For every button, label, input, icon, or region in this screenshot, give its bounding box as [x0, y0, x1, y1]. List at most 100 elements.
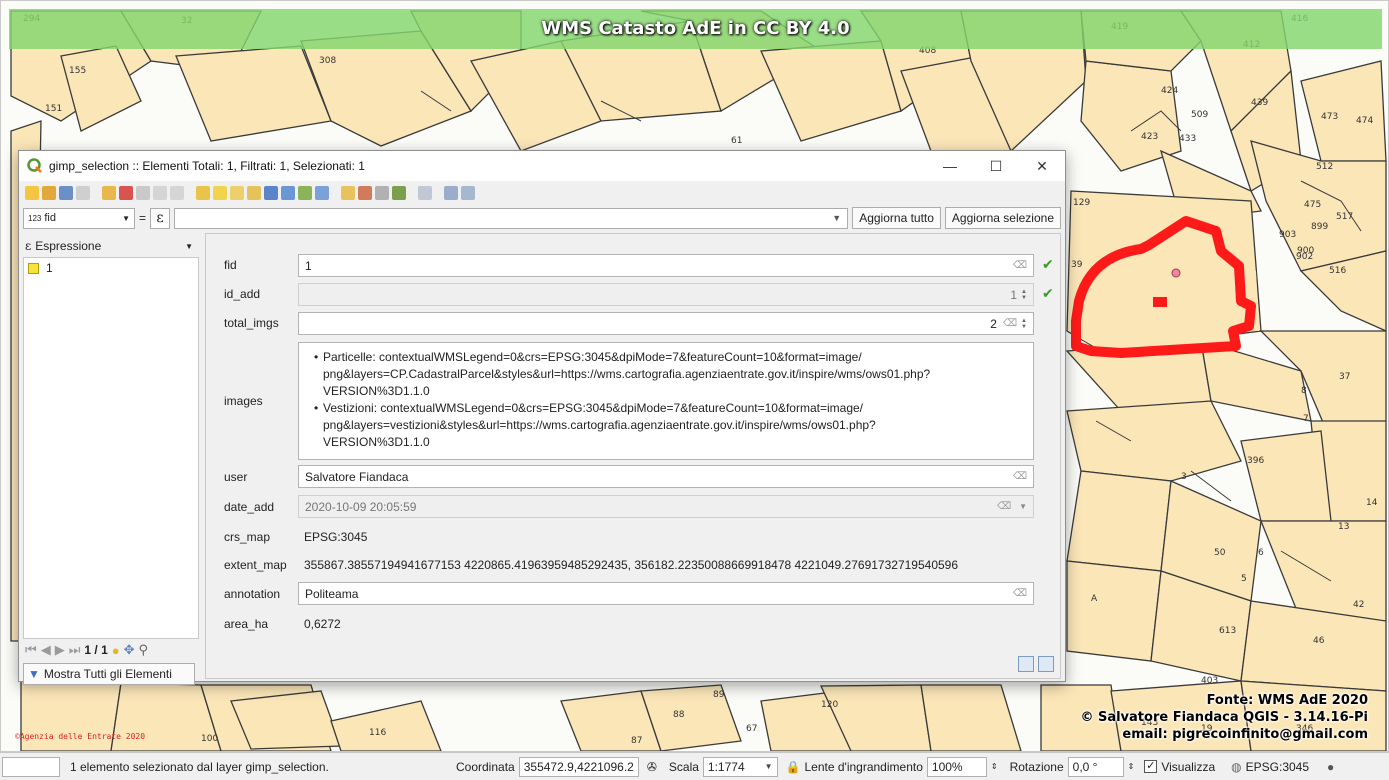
form-row-annotation: annotation Politeama ⌫: [206, 582, 1062, 605]
parcel-number-label: 8: [1301, 386, 1307, 396]
credit-author: © Salvatore Fiandaca QGIS - 3.14.16-Pi: [1080, 710, 1368, 725]
paste-icon[interactable]: [170, 186, 184, 200]
form-row-area-ha: area_ha 0,6272: [206, 612, 1062, 635]
parcel-number-label: 46: [1313, 636, 1325, 646]
actions-icon[interactable]: [444, 186, 458, 200]
coordinate-input[interactable]: 355472.9,4221096.2: [518, 756, 639, 777]
images-field[interactable]: Particelle: contextualWMSLegend=0&crs=EP…: [298, 342, 1034, 460]
new-field-icon[interactable]: [341, 186, 355, 200]
close-button[interactable]: ✕: [1019, 151, 1065, 181]
annotation-field[interactable]: Politeama ⌫: [298, 582, 1034, 605]
previous-feature-icon[interactable]: ◀: [41, 642, 51, 658]
conditional-formatting-icon[interactable]: [392, 186, 406, 200]
field-label: area_ha: [224, 617, 269, 631]
selection-swatch: [28, 262, 39, 274]
render-checkbox[interactable]: ✓: [1144, 760, 1158, 773]
multi-edit-icon[interactable]: [42, 186, 56, 200]
clear-icon[interactable]: ⌫: [1013, 260, 1027, 271]
minimize-button[interactable]: —: [927, 151, 973, 181]
quick-filter-bar: 123 fid ▼ = ε ▼ Aggiorna tutto Aggiorna …: [19, 205, 1065, 231]
chevron-down-icon[interactable]: ▼: [832, 213, 841, 223]
show-all-features-button[interactable]: ▼ Mostra Tutti gli Elementi: [23, 663, 195, 685]
maximize-button[interactable]: ☐: [973, 151, 1019, 181]
list-item[interactable]: 1: [24, 258, 198, 278]
parcel-number-label: 396: [1247, 456, 1264, 466]
last-feature-icon[interactable]: ⏭: [69, 642, 81, 658]
scale-combo[interactable]: 1:1774 ▼: [702, 756, 778, 777]
copy-icon[interactable]: [153, 186, 167, 200]
field-calculator-icon[interactable]: [375, 186, 389, 200]
lock-icon[interactable]: 🔒: [786, 760, 801, 774]
form-view-icon[interactable]: [1018, 656, 1034, 672]
form-row-total-imgs: total_imgs 2 ⌫ ▲ ▼: [206, 312, 1062, 335]
invert-selection-icon[interactable]: [230, 186, 244, 200]
reload-icon[interactable]: [76, 186, 90, 200]
fid-field[interactable]: 1 ⌫: [298, 254, 1034, 277]
status-bar: 1 elemento selezionato dal layer gimp_se…: [0, 752, 1389, 780]
parcel-number-label: 7: [1303, 414, 1309, 424]
pan-icon[interactable]: ✥: [124, 642, 135, 658]
parcel-number-label: 61: [731, 136, 742, 146]
spin-arrows-icon[interactable]: ⇕: [991, 762, 998, 771]
cut-icon[interactable]: [136, 186, 150, 200]
parcel-number-label: 433: [1179, 134, 1196, 144]
spin-arrows-icon[interactable]: ▲ ▼: [1021, 318, 1027, 330]
deselect-icon[interactable]: [247, 186, 261, 200]
display-expression-header[interactable]: ε Espressione ▼: [23, 235, 199, 257]
form-row-images: images Particelle: contextualWMSLegend=0…: [206, 342, 1062, 460]
update-all-button[interactable]: Aggiorna tutto: [852, 207, 941, 229]
crs-button[interactable]: EPSG:3045: [1246, 760, 1309, 774]
delete-field-icon[interactable]: [358, 186, 372, 200]
dock-icon[interactable]: [418, 186, 432, 200]
messages-icon[interactable]: ●: [1327, 760, 1334, 774]
parcel-number-label: 613: [1219, 626, 1236, 636]
select-all-icon[interactable]: [213, 186, 227, 200]
globe-icon: ◍: [1231, 759, 1242, 774]
clear-icon[interactable]: ⌫: [1013, 471, 1027, 482]
magnifier-input[interactable]: 100%: [926, 756, 987, 777]
parcel-number-label: 423: [1141, 132, 1158, 142]
zoom-icon[interactable]: ⚲: [139, 642, 149, 658]
highlight-icon[interactable]: ●: [112, 643, 120, 658]
parcel-number-label: 474: [1356, 116, 1373, 126]
table-view-icon[interactable]: [1038, 656, 1054, 672]
toggle-editing-icon[interactable]: [25, 186, 39, 200]
attribute-form: fid 1 ⌫ ✔ id_add 1 ▲ ▼ ✔ total_imgs 2 ⌫ ▲…: [205, 233, 1061, 679]
expression-builder-button[interactable]: ε: [150, 207, 171, 229]
clear-icon[interactable]: ⌫: [1013, 588, 1027, 599]
move-selection-top-icon[interactable]: [281, 186, 295, 200]
spin-arrows-icon[interactable]: ⇕: [1128, 762, 1135, 771]
pan-to-selection-icon[interactable]: [298, 186, 312, 200]
list-item: Vestizioni: contextualWMSLegend=0&crs=EP…: [314, 400, 1025, 451]
field-label: id_add: [224, 287, 261, 301]
save-edits-icon[interactable]: [59, 186, 73, 200]
zoom-to-selection-icon[interactable]: [315, 186, 329, 200]
clear-icon[interactable]: ⌫: [1003, 318, 1017, 329]
toggle-extents-icon[interactable]: ✇: [647, 760, 657, 774]
credit-source: Fonte: WMS AdE 2020: [1206, 693, 1368, 708]
identify-icon[interactable]: [461, 186, 475, 200]
add-feature-icon[interactable]: [102, 186, 116, 200]
next-feature-icon[interactable]: ▶: [55, 642, 65, 658]
update-expression-input[interactable]: ▼: [174, 207, 849, 229]
window-titlebar[interactable]: gimp_selection :: Elementi Totali: 1, Fi…: [19, 151, 1065, 181]
parcel-number-label: 902: [1296, 252, 1313, 262]
parcel-number-label: 50: [1214, 548, 1226, 558]
feature-list-panel: ε Espressione ▼ 1 ⏮ ◀ ▶ ⏭ 1 / 1 ● ✥ ⚲ ▼ …: [23, 235, 199, 685]
total-imgs-field[interactable]: 2 ⌫ ▲ ▼: [298, 312, 1034, 335]
field-selector[interactable]: 123 fid ▼: [23, 207, 135, 229]
rotation-input[interactable]: 0,0 °: [1067, 756, 1124, 777]
field-label: images: [224, 394, 263, 408]
parcel-number-label: 509: [1191, 110, 1208, 120]
first-feature-icon[interactable]: ⏮: [25, 642, 37, 658]
select-by-expression-icon[interactable]: [196, 186, 210, 200]
list-item-label: 1: [46, 261, 53, 275]
field-label: crs_map: [224, 530, 271, 544]
locator-search-input[interactable]: [2, 756, 60, 777]
user-field[interactable]: Salvatore Fiandaca ⌫: [298, 465, 1034, 488]
parcel-number-label: 155: [69, 66, 86, 76]
update-selection-button[interactable]: Aggiorna selezione: [944, 207, 1061, 229]
parcel-number-label: 475: [1304, 200, 1321, 210]
delete-feature-icon[interactable]: [119, 186, 133, 200]
filter-icon[interactable]: [264, 186, 278, 200]
